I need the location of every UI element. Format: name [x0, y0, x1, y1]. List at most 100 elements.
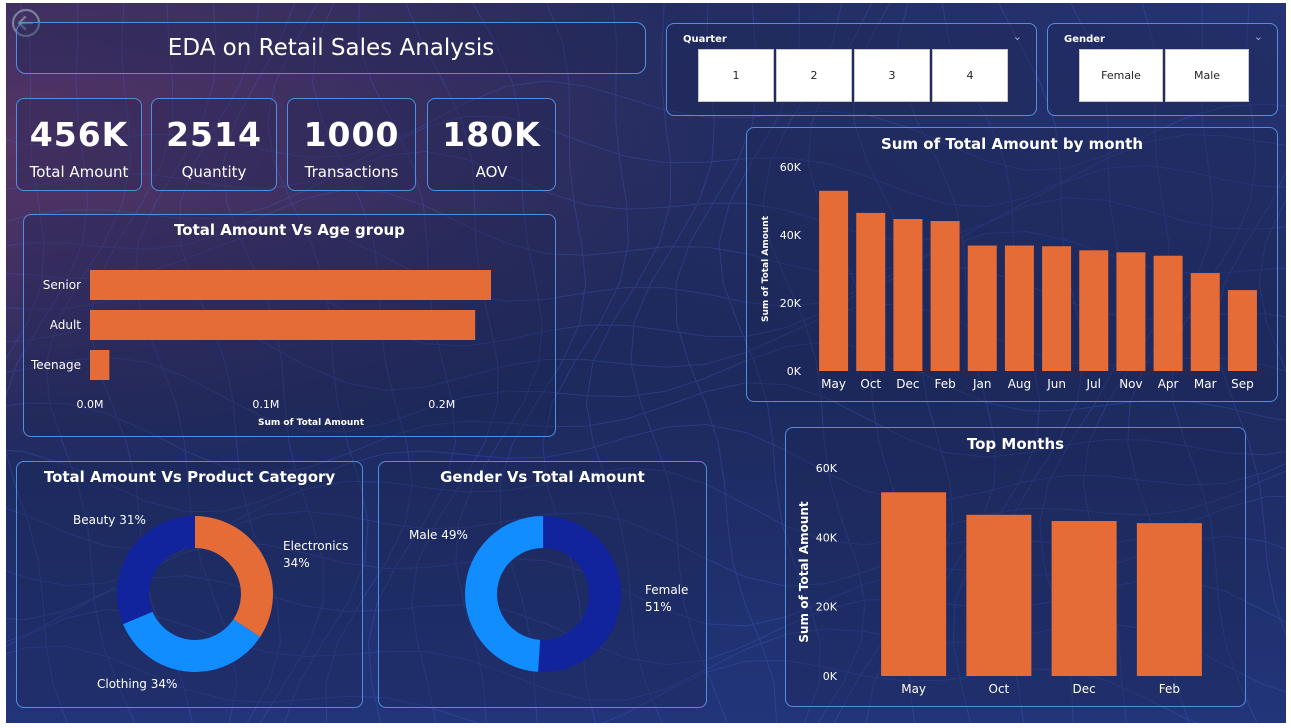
gender-donut-chart: Female 51% Male 49%	[409, 516, 688, 672]
chevron-down-icon[interactable]: ⌄	[1013, 30, 1022, 43]
chart-title: Total Amount Vs Product Category	[43, 468, 336, 486]
bar	[1004, 245, 1034, 371]
donut-slice	[538, 516, 622, 672]
bar	[1136, 523, 1202, 676]
category-label: May	[901, 682, 926, 696]
month-bar-chart: May Oct Dec Feb Jan Aug Jun Jul Nov Apr Mar Sep 0K 20…	[761, 161, 1257, 391]
chart-title: Top Months	[966, 435, 1065, 453]
category-label: Aug	[1008, 377, 1031, 391]
tick-label: 0K	[823, 670, 838, 683]
month-chart-card: Sum of Total Amount by month May Oct Dec Fe…	[746, 127, 1278, 402]
slice-label: Female	[645, 583, 688, 597]
tick-label: 40K	[816, 531, 838, 544]
category-label: Teenage	[30, 358, 81, 372]
bar	[90, 350, 110, 380]
slicer-title: Gender	[1064, 34, 1105, 45]
page-title: EDA on Retail Sales Analysis	[167, 35, 495, 61]
title-card: EDA on Retail Sales Analysis	[16, 22, 646, 74]
category-label: Dec	[1073, 682, 1096, 696]
dashboard-canvas: EDA on Retail Sales Analysis 456K Total …	[6, 3, 1286, 723]
category-label: Mar	[1194, 377, 1217, 391]
tick-label: 60K	[780, 161, 802, 174]
category-label: Oct	[860, 377, 881, 391]
slice-label: Male 49%	[409, 528, 468, 542]
chart-title: Total Amount Vs Age group	[174, 221, 405, 239]
category-label: Feb	[1159, 682, 1180, 696]
chevron-down-icon[interactable]: ⌄	[1254, 30, 1263, 43]
category-label: Feb	[934, 377, 955, 391]
kpi-label: Quantity	[181, 163, 247, 181]
category-label: May	[821, 377, 846, 391]
tick-label: 40K	[780, 229, 802, 242]
chart-title: Sum of Total Amount by month	[880, 135, 1144, 153]
slicer-option-female[interactable]: Female	[1079, 49, 1163, 102]
donut-slice	[117, 516, 195, 625]
donut-slice	[465, 516, 543, 672]
bar	[881, 492, 947, 676]
bar	[1116, 252, 1146, 371]
age-group-chart-card: Total Amount Vs Age group Senior Adult Tee…	[23, 214, 556, 437]
kpi-card-total-amount: 456K Total Amount	[16, 98, 142, 191]
slicer-option-quarter-2[interactable]: 2	[776, 49, 852, 102]
category-label: Jul	[1086, 377, 1101, 391]
slicer-option-quarter-3[interactable]: 3	[854, 49, 930, 102]
donut-slice	[195, 516, 274, 638]
kpi-label: Transactions	[304, 163, 399, 181]
chart-title: Gender Vs Total Amount	[440, 468, 645, 486]
kpi-value: 1000	[303, 115, 400, 154]
kpi-card-transactions: 1000 Transactions	[287, 98, 416, 191]
tick-label: 0K	[787, 365, 802, 378]
slicer-option-quarter-4[interactable]: 4	[932, 49, 1008, 102]
slice-percent: 34%	[283, 556, 310, 570]
slice-percent: 51%	[645, 600, 672, 614]
tick-label: 0.0M	[77, 398, 104, 411]
bar	[90, 310, 476, 340]
tick-label: 60K	[816, 462, 838, 475]
kpi-card-quantity: 2514 Quantity	[151, 98, 277, 191]
bar	[1051, 521, 1117, 676]
age-group-bar-chart: Senior Adult Teenage 0.0M 0.1M 0.2M Sum of Tot…	[30, 270, 491, 428]
slice-label: Clothing 34%	[97, 677, 177, 691]
slicer-option-male[interactable]: Male	[1165, 49, 1249, 102]
tick-label: 0.1M	[252, 398, 279, 411]
category-label: Dec	[896, 377, 919, 391]
axis-title: Sum of Total Amount	[797, 501, 811, 643]
category-label: Oct	[989, 682, 1010, 696]
kpi-label: AOV	[475, 163, 508, 181]
category-donut-chart: Electronics 34% Clothing 34% Beauty 31%	[73, 513, 348, 691]
top-months-bar-chart: May Oct Dec Feb 0K 20K 40K 60K Sum of Total Amou…	[797, 462, 1202, 696]
bar	[1227, 290, 1257, 371]
bar	[819, 190, 849, 371]
bar	[1190, 273, 1220, 371]
tick-label: 0.2M	[428, 398, 455, 411]
bar	[856, 212, 886, 371]
category-label: Apr	[1158, 377, 1179, 391]
kpi-value: 2514	[166, 115, 262, 154]
bar	[930, 221, 960, 371]
category-chart-card: Total Amount Vs Product Category Electro…	[16, 461, 363, 708]
category-label: Nov	[1119, 377, 1142, 391]
bar	[1079, 250, 1109, 371]
category-label: Adult	[50, 318, 82, 332]
kpi-value: 180K	[442, 115, 541, 154]
category-label: Jun	[1046, 377, 1066, 391]
bar	[966, 514, 1032, 676]
quarter-slicer: Quarter ⌄ 1 2 3 4	[666, 23, 1037, 116]
category-label: Senior	[43, 278, 81, 292]
category-label: Jan	[972, 377, 992, 391]
kpi-value: 456K	[29, 115, 129, 154]
gender-slicer: Gender ⌄ Female Male	[1047, 23, 1278, 116]
tick-label: 20K	[780, 297, 802, 310]
slicer-option-quarter-1[interactable]: 1	[698, 49, 774, 102]
gender-chart-card: Gender Vs Total Amount Female 51% Male 49%	[378, 461, 707, 708]
bar	[1153, 255, 1183, 371]
bar	[893, 219, 923, 371]
axis-title: Sum of Total Amount	[258, 418, 365, 428]
category-label: Sep	[1231, 377, 1254, 391]
slice-label: Beauty 31%	[73, 513, 146, 527]
bar	[1042, 246, 1072, 371]
slicer-title: Quarter	[683, 34, 727, 45]
axis-title: Sum of Total Amount	[761, 215, 771, 322]
kpi-label: Total Amount	[29, 163, 129, 181]
bar	[90, 270, 491, 300]
